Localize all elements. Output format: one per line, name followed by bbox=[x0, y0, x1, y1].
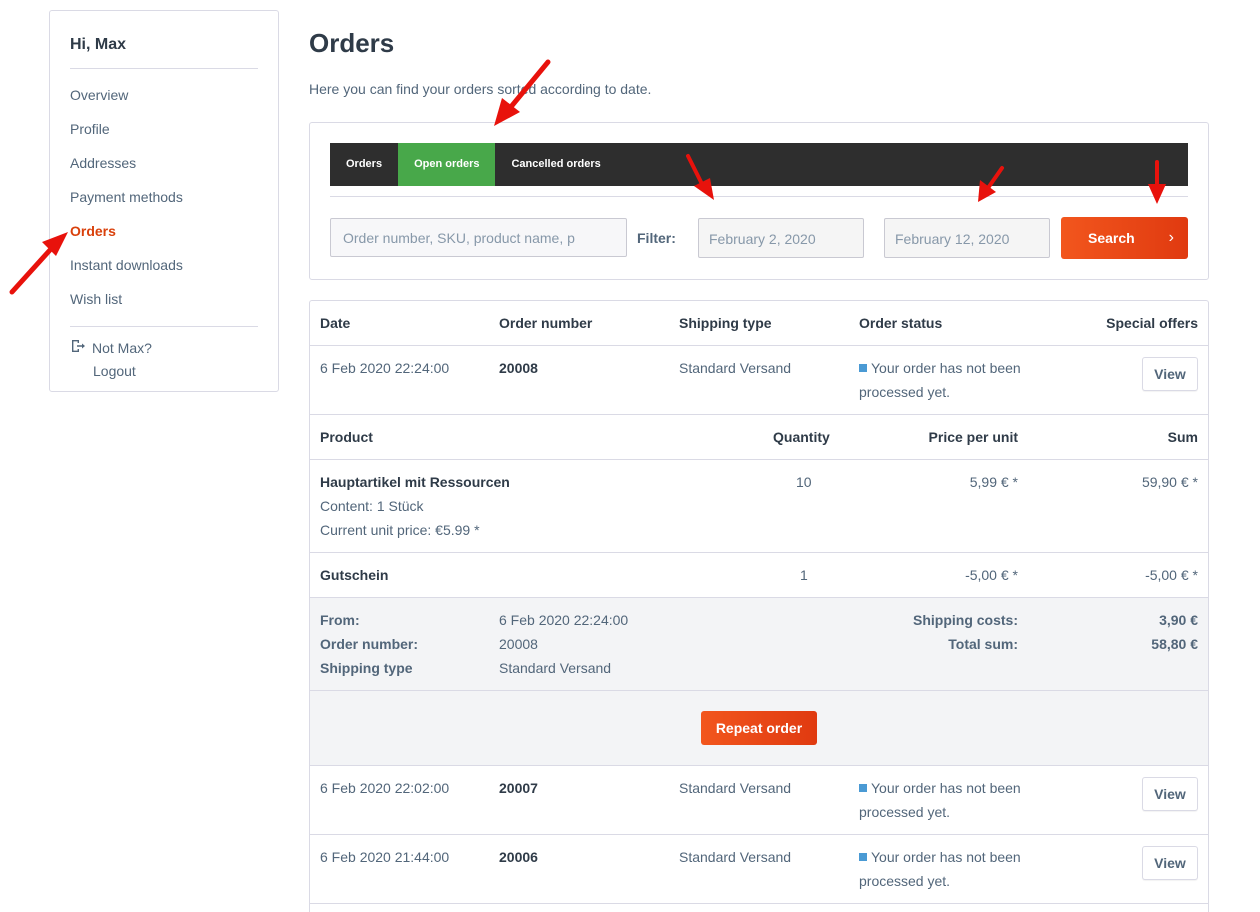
sidebar-item-addresses[interactable]: Addresses bbox=[70, 155, 136, 171]
order-date: 6 Feb 2020 22:24:00 bbox=[320, 360, 450, 376]
from-value: 6 Feb 2020 22:24:00 bbox=[499, 612, 629, 628]
divider bbox=[70, 68, 258, 69]
page-title: Orders bbox=[309, 28, 395, 58]
product-quantity: 10 bbox=[796, 474, 812, 490]
not-user-label: Not Max? bbox=[92, 339, 152, 356]
table-row: 6 Feb 2020 22:24:00 20008 Standard Versa… bbox=[310, 346, 1208, 415]
shipping-costs-label: Shipping costs: bbox=[913, 612, 1018, 628]
sidebar-item-profile[interactable]: Profile bbox=[70, 121, 110, 137]
order-date: 6 Feb 2020 22:02:00 bbox=[320, 780, 450, 796]
product-name[interactable]: Hauptartikel mit Ressourcen bbox=[320, 470, 510, 494]
table-row: 6 Feb 2020 21:44:00 20006 Standard Versa… bbox=[310, 835, 1208, 904]
from-label: From: bbox=[320, 612, 360, 628]
order-number-value: 20008 bbox=[499, 636, 538, 652]
view-order-button[interactable]: View bbox=[1142, 777, 1198, 811]
column-header-sum: Sum bbox=[1167, 429, 1198, 445]
order-status-text: Your order has not been bbox=[871, 849, 1021, 865]
product-unit-price: -5,00 € * bbox=[965, 567, 1018, 583]
column-header-product: Product bbox=[320, 429, 373, 445]
order-status-text: Your order has not been bbox=[871, 780, 1021, 796]
divider bbox=[70, 326, 258, 327]
view-order-button[interactable]: View bbox=[1142, 357, 1198, 391]
shipping-type: Standard Versand bbox=[679, 780, 792, 796]
search-button[interactable]: Search › bbox=[1061, 217, 1188, 259]
repeat-order-button[interactable]: Repeat order bbox=[701, 711, 817, 745]
column-header-quantity: Quantity bbox=[773, 429, 830, 445]
shipping-type: Standard Versand bbox=[679, 849, 792, 865]
not-user-link[interactable]: Not Max? bbox=[70, 338, 152, 357]
column-header-date: Date bbox=[320, 315, 351, 331]
greeting: Hi, Max bbox=[70, 36, 127, 53]
product-unit-price: 5,99 € * bbox=[969, 474, 1018, 490]
sidebar-item-payment-methods[interactable]: Payment methods bbox=[70, 189, 183, 205]
table-header: Date Order number Shipping type Order st… bbox=[310, 301, 1208, 346]
divider bbox=[330, 196, 1188, 197]
column-header-price-per-unit: Price per unit bbox=[928, 429, 1018, 445]
sidebar-item-overview[interactable]: Overview bbox=[70, 87, 128, 103]
status-indicator-icon bbox=[859, 853, 867, 861]
product-sum: 59,90 € * bbox=[1141, 474, 1198, 490]
order-number-label: Order number: bbox=[320, 636, 419, 652]
order-number: 20006 bbox=[499, 849, 538, 865]
logout-icon bbox=[70, 338, 86, 357]
column-header-order-number: Order number bbox=[499, 315, 593, 331]
order-status-text: processed yet. bbox=[859, 384, 951, 400]
product-current-price: Current unit price: €5.99 * bbox=[320, 522, 480, 538]
search-button-label: Search bbox=[1088, 230, 1135, 246]
order-status: Your order has not been processed yet. bbox=[859, 356, 1021, 404]
shipping-type: Standard Versand bbox=[679, 360, 792, 376]
shipping-costs-value: 3,90 € bbox=[1159, 612, 1198, 628]
column-header-shipping-type: Shipping type bbox=[679, 315, 772, 331]
date-to-input[interactable]: February 12, 2020 bbox=[884, 218, 1050, 258]
orders-table: Date Order number Shipping type Order st… bbox=[309, 300, 1209, 912]
page-intro: Here you can find your orders sorted acc… bbox=[309, 81, 652, 97]
search-input[interactable] bbox=[330, 218, 627, 257]
tab-open-orders[interactable]: Open orders bbox=[398, 143, 496, 186]
order-status-text: processed yet. bbox=[859, 804, 951, 820]
order-tabs: Orders Open orders Cancelled orders bbox=[330, 143, 1188, 186]
product-name: Gutschein bbox=[320, 567, 389, 583]
tab-orders[interactable]: Orders bbox=[330, 143, 398, 186]
sidebar-item-instant-downloads[interactable]: Instant downloads bbox=[70, 257, 183, 273]
product-content: Content: 1 Stück bbox=[320, 498, 424, 514]
logout-link[interactable]: Logout bbox=[93, 363, 136, 379]
order-number: 20008 bbox=[499, 360, 538, 376]
order-summary: From: 6 Feb 2020 22:24:00 Order number: … bbox=[310, 598, 1208, 691]
chevron-right-icon: › bbox=[1168, 229, 1174, 246]
tab-cancelled-orders[interactable]: Cancelled orders bbox=[495, 143, 616, 186]
total-sum-value: 58,80 € bbox=[1151, 636, 1198, 652]
filter-label: Filter: bbox=[637, 230, 676, 246]
order-status-text: processed yet. bbox=[859, 873, 951, 889]
sidebar-item-wish-list[interactable]: Wish list bbox=[70, 291, 122, 307]
account-sidebar: Hi, Max Overview Profile Addresses Payme… bbox=[49, 10, 279, 392]
order-number: 20007 bbox=[499, 780, 538, 796]
product-quantity: 1 bbox=[800, 567, 808, 583]
order-status-text: Your order has not been bbox=[871, 360, 1021, 376]
total-sum-label: Total sum: bbox=[948, 636, 1018, 652]
order-status: Your order has not been processed yet. bbox=[859, 776, 1021, 824]
shipping-type-value: Standard Versand bbox=[499, 660, 612, 676]
status-indicator-icon bbox=[859, 364, 867, 372]
table-row: 6 Feb 2020 22:02:00 20007 Standard Versa… bbox=[310, 766, 1208, 835]
list-item: Gutschein 1 -5,00 € * -5,00 € * bbox=[310, 553, 1208, 598]
status-indicator-icon bbox=[859, 784, 867, 792]
view-order-button[interactable]: View bbox=[1142, 846, 1198, 880]
column-header-order-status: Order status bbox=[859, 315, 943, 331]
detail-header: Product Quantity Price per unit Sum bbox=[310, 415, 1208, 460]
order-date: 6 Feb 2020 21:44:00 bbox=[320, 849, 450, 865]
repeat-order-row: Repeat order bbox=[310, 691, 1208, 766]
product-sum: -5,00 € * bbox=[1145, 567, 1198, 583]
column-header-special-offers: Special offers bbox=[1106, 315, 1198, 331]
list-item: Hauptartikel mit Ressourcen Content: 1 S… bbox=[310, 460, 1208, 553]
filter-panel: Orders Open orders Cancelled orders Filt… bbox=[309, 122, 1209, 280]
sidebar-item-orders[interactable]: Orders bbox=[70, 223, 116, 239]
order-status: Your order has not been processed yet. bbox=[859, 845, 1021, 893]
date-from-input[interactable]: February 2, 2020 bbox=[698, 218, 864, 258]
shipping-type-label: Shipping type bbox=[320, 660, 413, 676]
